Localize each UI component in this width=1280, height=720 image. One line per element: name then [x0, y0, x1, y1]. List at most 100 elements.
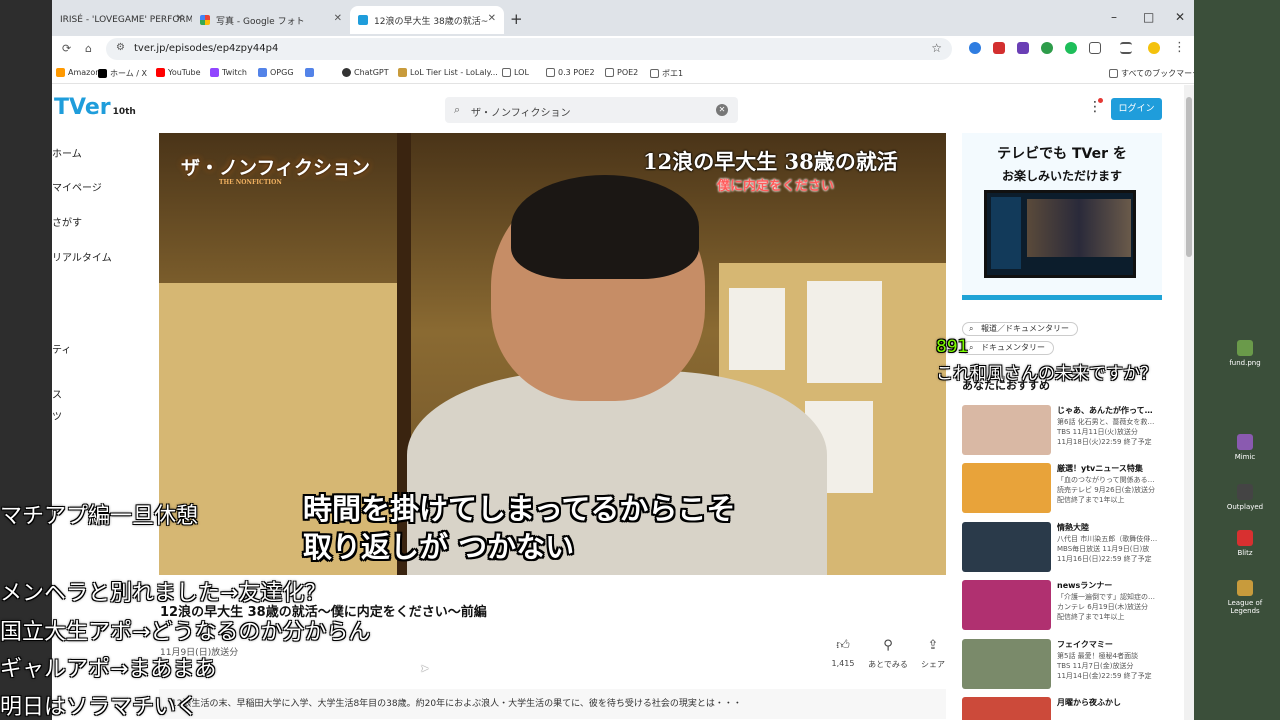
recommend-item[interactable]: newsランナー 「介護一遍倒です」認知症の… カンテレ 6月19日(木)放送分…	[962, 580, 1162, 632]
bookmark-opgg[interactable]: OPGG	[258, 68, 294, 77]
bookmark-label: 0.3 POE2	[558, 68, 595, 77]
bookmark-folder-poe2[interactable]: POE2	[605, 68, 638, 77]
bookmark-folder-poe1[interactable]: ポエ1	[650, 68, 683, 79]
close-tab-icon[interactable]: ✕	[176, 13, 184, 24]
bookmark-youtube[interactable]: YouTube	[156, 68, 201, 77]
bookmark-x[interactable]: ホーム / X	[98, 68, 147, 79]
search-icon: ⌕	[454, 103, 461, 116]
recommend-subtitle: 八代目 市川染五郎（歌舞伎俳…	[1057, 535, 1158, 543]
episode-tagline: 僕に内定をください	[717, 179, 835, 194]
new-tab-button[interactable]: +	[510, 10, 523, 28]
like-button[interactable]: 👍︎ 1,415	[823, 638, 863, 668]
tab-lovegame[interactable]: IRISÉ - 'LOVEGAME' PERFORMA ✕	[52, 6, 192, 34]
recommend-item[interactable]: じゃあ、あんたが作って… 第6話 化石男と、薔薇女を救… TBS 11月11日(…	[962, 405, 1162, 457]
bookmark-folder-lol[interactable]: LOL	[502, 68, 529, 77]
page-scrollbar[interactable]	[1184, 85, 1194, 720]
sidebar-item-home[interactable]: ホーム	[52, 145, 82, 160]
sidebar-item-realtime[interactable]: リアルタイム	[52, 249, 112, 264]
bookmarks-bar: Amazon ホーム / X YouTube Twitch OPGG ChatG…	[52, 62, 1194, 84]
recommend-broadcast: カンテレ 6月19日(木)放送分	[1057, 603, 1149, 611]
bookmark-label: LOL	[514, 68, 529, 77]
x-icon	[98, 69, 107, 78]
sidebar-item-search[interactable]: さがす	[52, 214, 82, 229]
sidebar-item-mypage[interactable]: マイページ	[52, 179, 102, 194]
extension-round-icon[interactable]	[1065, 42, 1077, 54]
minimize-button[interactable]: –	[1111, 10, 1117, 24]
tver-logo[interactable]: TVer 10th	[54, 95, 136, 120]
ad-line-1: テレビでも TVer を	[997, 146, 1127, 162]
extension-e-icon[interactable]	[1017, 42, 1029, 54]
close-window-button[interactable]: ✕	[1175, 10, 1185, 24]
scrollbar-thumb[interactable]	[1186, 97, 1192, 257]
tv-screen-image	[1027, 199, 1131, 257]
extension-wave-icon[interactable]	[969, 42, 981, 54]
close-tab-icon[interactable]: ✕	[488, 13, 496, 24]
episode-headline: 12浪の早大生 38歳の就活	[643, 149, 898, 174]
bookmark-label: YouTube	[168, 68, 201, 77]
thumbs-up-icon: 👍︎	[836, 638, 850, 653]
bookmark-lol-tier-list[interactable]: LoL Tier List - LoLaly...	[398, 68, 498, 77]
danmaku-comment: メンヘラと別れました→友達化？	[0, 581, 327, 606]
tag-chip[interactable]: ⌕ 報道／ドキュメンタリー	[962, 322, 1078, 336]
thumbnail	[962, 522, 1051, 572]
notification-dot	[1098, 98, 1103, 103]
reload-icon[interactable]: ⟳	[62, 42, 71, 55]
browser-toolbar: ⟳ ⌂ ⚙ tver.jp/episodes/ep4zpy44p4 ☆ ⋮	[52, 36, 1194, 62]
recommend-broadcast: MBS毎日放送 11月9日(日)放	[1057, 545, 1150, 553]
desktop-icon-outplayed[interactable]: Outplayed	[1225, 484, 1265, 511]
sidebar-item-variety[interactable]: ティ	[52, 341, 71, 356]
recommend-title: newsランナー	[1057, 581, 1113, 590]
watch-later-button[interactable]: ⚲ あとでみる	[868, 638, 908, 670]
maximize-button[interactable]: □	[1143, 10, 1154, 24]
address-bar[interactable]: ⚙ tver.jp/episodes/ep4zpy44p4 ☆	[106, 38, 952, 60]
bookmark-twitch[interactable]: Twitch	[210, 68, 247, 77]
share-button[interactable]: ⇪ シェア	[913, 638, 953, 670]
bookmark-label: ポエ1	[662, 69, 684, 78]
danmaku-comment: ギャルアポ→まあまあ	[0, 657, 217, 682]
bookmark-folder-03poe2[interactable]: 0.3 POE2	[546, 68, 595, 77]
recommend-subtitle: 第5話 最愛！極秘4者面談	[1057, 652, 1139, 660]
program-logo: ザ・ノンフィクション	[181, 157, 371, 179]
recommend-item[interactable]: 厳選！ytvニュース特集 「血のつながりって関係ある… 読売テレビ 9月26日(…	[962, 463, 1162, 515]
login-button[interactable]: ログイン	[1111, 98, 1162, 120]
profile-avatar[interactable]	[1148, 42, 1160, 54]
close-tab-icon[interactable]: ✕	[334, 13, 342, 24]
tver-tv-ad-banner[interactable]: テレビでも TVer を お楽しみいただけます	[962, 133, 1162, 300]
browser-menu-icon[interactable]: ⋮	[1173, 40, 1186, 55]
clear-search-icon[interactable]: ✕	[716, 104, 728, 116]
recommend-item[interactable]: 情熱大陸 八代目 市川染五郎（歌舞伎俳… MBS毎日放送 11月9日(日)放 1…	[962, 522, 1162, 574]
recommend-expiry: 11月14日(金)22:59 終了予定	[1057, 672, 1152, 680]
tag-chip[interactable]: ⌕ ドキュメンタリー	[962, 341, 1054, 355]
extension-red-icon[interactable]	[993, 42, 1005, 54]
bookmark-star-icon[interactable]: ☆	[931, 41, 942, 55]
tab-tver[interactable]: 12浪の早大生 38歳の就活~ ✕	[350, 6, 504, 34]
desktop-icon-blitz[interactable]: Blitz	[1225, 530, 1265, 557]
desktop-icon-fund[interactable]: fund.png	[1225, 340, 1265, 367]
share-icon: ⇪	[927, 638, 939, 653]
home-icon[interactable]: ⌂	[85, 42, 92, 55]
sidebar-item-sports[interactable]: ツ	[52, 408, 62, 423]
search-icon: ⌕	[969, 343, 974, 352]
all-bookmarks-folder[interactable]: すべてのブックマーク	[1109, 68, 1194, 79]
bookmark-opgg-2[interactable]	[305, 68, 317, 77]
search-input[interactable]: ザ・ノンフィクション	[471, 104, 571, 119]
recommend-item[interactable]: フェイクマミー 第5話 最愛！極秘4者面談 TBS 11月7日(金)放送分 11…	[962, 639, 1162, 691]
extension-green-icon[interactable]	[1041, 42, 1053, 54]
desktop-icon-league[interactable]: League of Legends	[1225, 580, 1265, 615]
desktop-icon-label: Outplayed	[1226, 503, 1264, 511]
extensions-puzzle-icon[interactable]	[1089, 42, 1101, 54]
recommend-item[interactable]: 月曜から夜ふかし	[962, 697, 1162, 720]
media-controls-icon[interactable]	[1120, 42, 1132, 54]
search-box[interactable]: ⌕ ザ・ノンフィクション ✕	[445, 97, 738, 123]
recommend-broadcast: 読売テレビ 9月26日(金)放送分	[1057, 486, 1156, 494]
bookmark-label: Amazon	[68, 68, 101, 77]
bookmark-chatgpt[interactable]: ChatGPT	[342, 68, 389, 77]
tab-title: 写真 - Google フォト	[216, 16, 305, 27]
tab-google-photos[interactable]: 写真 - Google フォト ✕	[192, 6, 350, 34]
bookmark-label: ChatGPT	[354, 68, 389, 77]
bookmark-amazon[interactable]: Amazon	[56, 68, 100, 77]
video-player[interactable]: ザ・ノンフィクション THE NONFICTION 12浪の早大生 38歳の就活…	[159, 133, 946, 575]
desktop-icon-mimic[interactable]: Mimic	[1225, 434, 1265, 461]
sidebar-item-news[interactable]: ス	[52, 386, 62, 401]
site-info-icon[interactable]: ⚙	[116, 42, 125, 53]
